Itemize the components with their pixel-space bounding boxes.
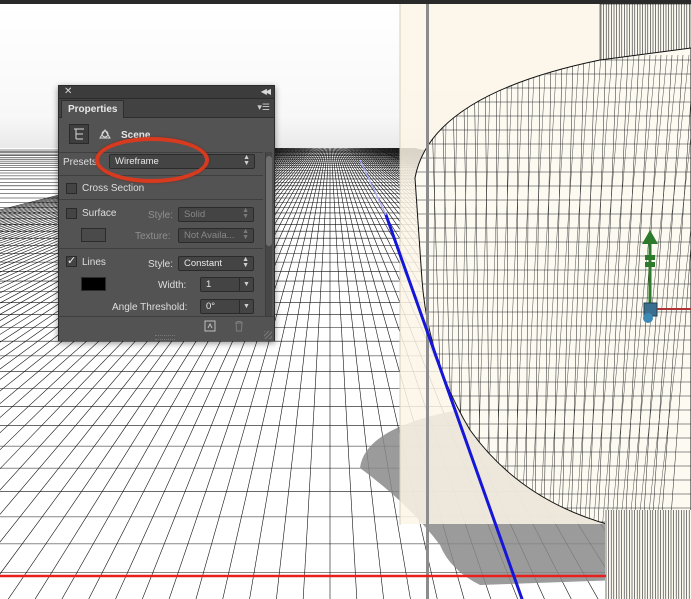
scrollbar-thumb[interactable] (266, 156, 272, 246)
properties-panel: ✕ ◀◀ Properties ▾☰ Scene Presets Wirefra… (58, 85, 275, 341)
cross-section-checkbox[interactable] (66, 183, 77, 194)
updown-arrows-icon: ▲ ▼ (243, 154, 250, 167)
updown-arrows-icon: ▲ ▼ (242, 207, 249, 220)
panel-resize-handle[interactable] (155, 335, 175, 340)
lines-label: Lines (82, 257, 106, 268)
close-icon[interactable]: ✕ (64, 86, 72, 98)
surface-texture-swatch[interactable] (81, 228, 106, 242)
lines-style-label: Style: (148, 259, 174, 270)
render-icon[interactable] (204, 320, 216, 335)
surface-texture-label: Texture: (135, 231, 171, 242)
checkmark-icon: ✓ (67, 255, 77, 267)
presets-dropdown[interactable]: Wireframe ▲ ▼ (109, 154, 255, 169)
chevron-down-icon[interactable]: ▼ (239, 278, 253, 291)
presets-value: Wireframe (115, 156, 159, 167)
lower-column (605, 510, 691, 599)
panel-tabbar: Properties ▾☰ (59, 99, 274, 118)
double-chevron-icon[interactable]: ◀◀ (261, 86, 271, 98)
camera-view-icon[interactable] (95, 124, 115, 144)
chevron-down-icon[interactable]: ▼ (239, 300, 253, 313)
panel-scrollbar[interactable] (265, 152, 272, 328)
divider (59, 248, 263, 249)
panel-titlebar[interactable]: ✕ ◀◀ (59, 86, 274, 99)
width-combo[interactable]: 1 ▼ (200, 277, 254, 292)
surface-label: Surface (82, 208, 117, 219)
surface-style-label: Style: (148, 210, 174, 221)
guide-line (426, 4, 429, 599)
lines-checkbox[interactable]: ✓ (66, 256, 77, 267)
scene-tree-icon[interactable] (69, 124, 89, 144)
cross-section-label: Cross Section (82, 183, 145, 194)
panel-menu-icon[interactable]: ▾☰ (257, 102, 270, 113)
trash-icon (233, 320, 245, 335)
window-top-edge (0, 0, 691, 4)
surface-style-value: Solid (184, 209, 206, 220)
divider (59, 152, 263, 153)
divider (59, 199, 263, 200)
width-label: Width: (158, 280, 187, 291)
surface-texture-dropdown[interactable]: Not Availa... ▲ ▼ (178, 228, 254, 243)
panel-footer (59, 316, 274, 341)
divider (59, 175, 263, 176)
scene-label: Scene (121, 130, 151, 141)
surface-texture-value: Not Availa... (184, 230, 235, 241)
surface-checkbox[interactable] (66, 208, 77, 219)
angle-threshold-combo[interactable]: 0° ▼ (200, 299, 254, 314)
lines-color-swatch[interactable] (81, 277, 106, 291)
lines-style-dropdown[interactable]: Constant ▲ ▼ (178, 256, 254, 271)
width-value: 1 (206, 279, 212, 290)
updown-arrows-icon: ▲ ▼ (242, 228, 249, 241)
presets-label: Presets (63, 157, 97, 168)
tab-properties[interactable]: Properties (61, 100, 125, 118)
angle-threshold-value: 0° (206, 301, 216, 312)
surface-style-dropdown[interactable]: Solid ▲ ▼ (178, 207, 254, 222)
angle-threshold-label: Angle Threshold: (112, 302, 188, 313)
updown-arrows-icon: ▲ ▼ (242, 256, 249, 269)
lines-style-value: Constant (184, 258, 223, 269)
scene-toolbar: Scene (59, 118, 274, 150)
resize-grip-icon[interactable] (264, 331, 272, 339)
